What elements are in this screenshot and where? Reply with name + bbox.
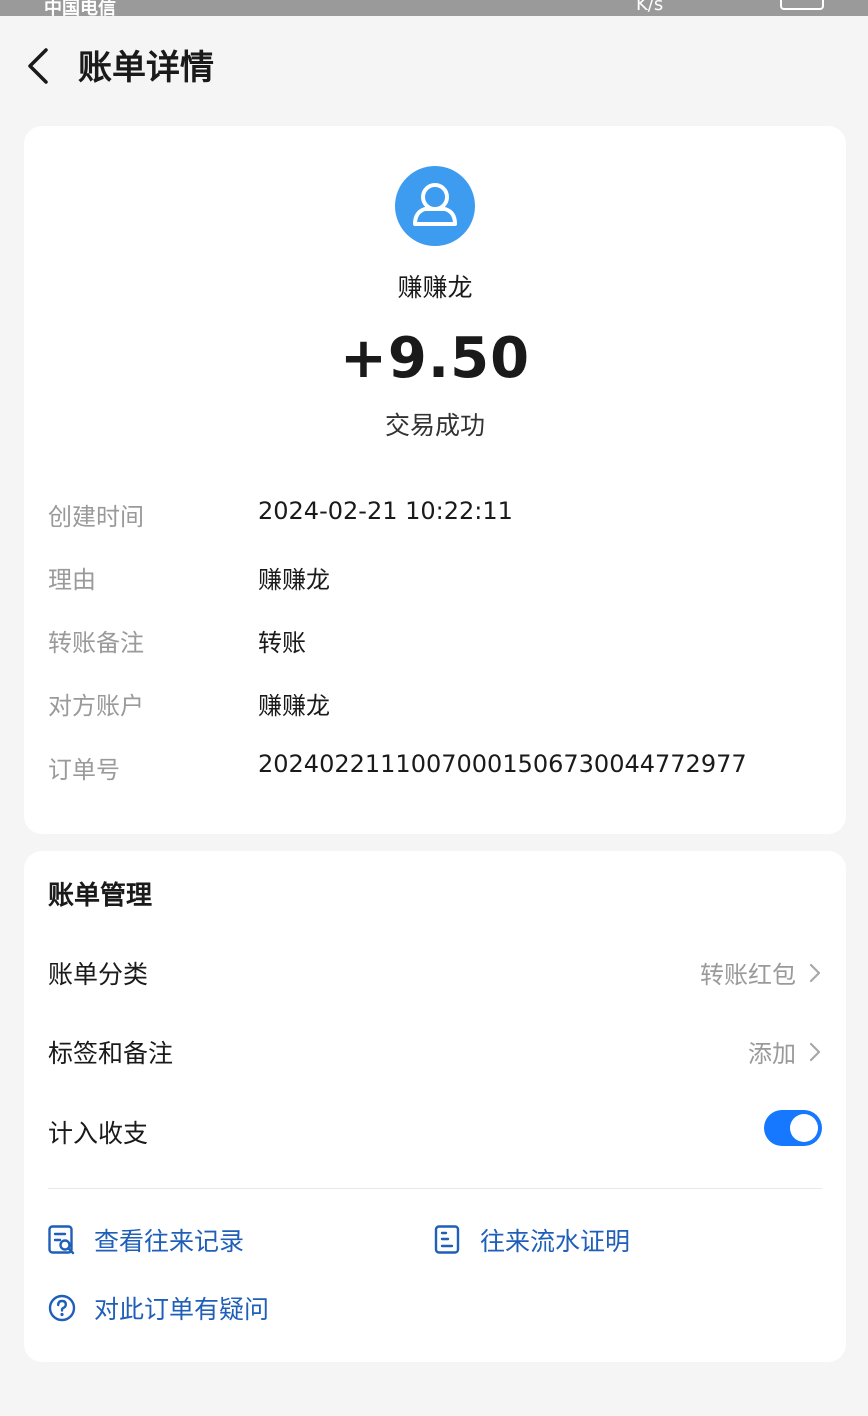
records-search-icon	[48, 1225, 75, 1255]
network-speed: K/s	[636, 0, 664, 15]
detail-label: 创建时间	[48, 503, 144, 531]
detail-label: 转账备注	[48, 629, 144, 657]
transaction-status: 交易成功	[384, 411, 485, 440]
detail-row-reason: 理由 赚赚龙	[48, 560, 828, 596]
header: 账单详情	[0, 16, 868, 112]
order-number[interactable]: 20240221110070001506730044772977	[258, 750, 747, 778]
bill-management-card: 账单管理 账单分类 转账红包 标签和备注 添加 计入收支 查看往来记录 往来流水…	[24, 851, 846, 1362]
divider	[48, 1188, 822, 1189]
transaction-card: 赚赚龙 +9.50 交易成功 创建时间 2024-02-21 10:22:11 …	[24, 126, 846, 834]
include-in-stats-toggle[interactable]	[764, 1110, 822, 1146]
statement-proof-link[interactable]: 往来流水证明	[434, 1222, 630, 1258]
transaction-amount: +9.50	[339, 326, 531, 391]
bill-category-row[interactable]: 账单分类 转账红包	[48, 951, 822, 995]
page-title: 账单详情	[78, 48, 214, 88]
order-question-link[interactable]: 对此订单有疑问	[48, 1290, 269, 1326]
detail-row-order-number: 订单号 20240221110070001506730044772977	[48, 750, 828, 786]
statement-proof-label: 往来流水证明	[480, 1227, 631, 1256]
statement-document-icon	[434, 1225, 460, 1254]
view-records-label: 查看往来记录	[94, 1227, 245, 1256]
section-title: 账单管理	[48, 881, 153, 911]
user-avatar-icon	[395, 166, 475, 246]
detail-value: 赚赚龙	[258, 566, 330, 594]
tags-notes-value: 添加	[748, 1040, 796, 1068]
chevron-left-icon	[28, 48, 48, 84]
question-circle-icon	[48, 1294, 76, 1322]
chevron-right-icon	[809, 963, 821, 982]
order-question-label: 对此订单有疑问	[94, 1295, 270, 1324]
counterparty-name: 赚赚龙	[397, 273, 473, 302]
tags-notes-row[interactable]: 标签和备注 添加	[48, 1030, 822, 1074]
detail-value: 转账	[258, 629, 306, 657]
tags-notes-label: 标签和备注	[48, 1039, 174, 1068]
bill-category-value: 转账红包	[700, 961, 796, 989]
view-records-link[interactable]: 查看往来记录	[48, 1222, 244, 1258]
carrier-label: 中国电信	[44, 0, 116, 16]
include-in-stats-row: 计入收支	[48, 1110, 822, 1154]
detail-row-created-time: 创建时间 2024-02-21 10:22:11	[48, 497, 828, 533]
back-button[interactable]	[22, 44, 58, 88]
battery-icon	[780, 0, 824, 10]
bill-category-label: 账单分类	[48, 960, 149, 989]
status-bar: 中国电信 K/s	[0, 0, 868, 16]
detail-value: 2024-02-21 10:22:11	[258, 497, 513, 525]
detail-label: 对方账户	[48, 692, 144, 720]
chevron-right-icon	[809, 1042, 821, 1061]
detail-label: 订单号	[48, 756, 120, 784]
include-in-stats-label: 计入收支	[48, 1119, 149, 1148]
toggle-knob	[790, 1114, 818, 1142]
detail-row-counterparty-account: 对方账户 赚赚龙	[48, 686, 828, 722]
detail-value: 赚赚龙	[258, 692, 330, 720]
detail-row-transfer-note: 转账备注 转账	[48, 623, 828, 659]
detail-label: 理由	[48, 566, 96, 594]
